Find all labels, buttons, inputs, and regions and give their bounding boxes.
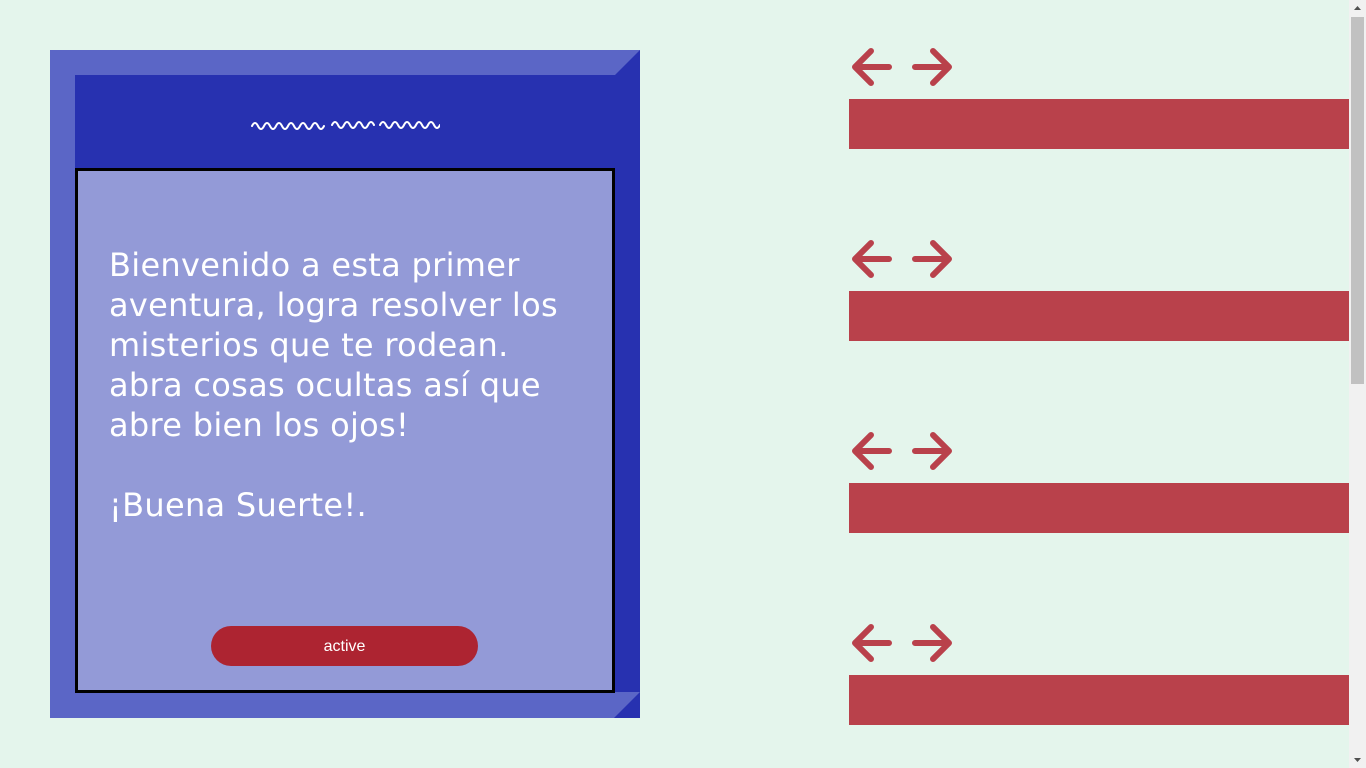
control-bar[interactable] <box>849 291 1349 341</box>
arrow-right-icon[interactable] <box>909 236 955 282</box>
control-bar[interactable] <box>849 675 1349 725</box>
control-group-1 <box>849 44 1349 154</box>
scribble-title <box>251 121 440 130</box>
frame-bevel-bottom <box>50 692 640 718</box>
control-bar[interactable] <box>849 99 1349 149</box>
arrow-left-icon[interactable] <box>849 620 895 666</box>
arrow-right-icon[interactable] <box>909 428 955 474</box>
frame-corner-bottom-right <box>614 692 640 718</box>
arrow-left-icon[interactable] <box>849 44 895 90</box>
control-bar[interactable] <box>849 483 1349 533</box>
arrow-left-icon[interactable] <box>849 428 895 474</box>
scroll-up-arrow-icon[interactable] <box>1349 0 1366 17</box>
scroll-down-arrow-icon[interactable] <box>1349 751 1366 768</box>
vertical-scrollbar[interactable] <box>1349 0 1366 768</box>
control-group-2 <box>849 236 1349 346</box>
intro-text: Bienvenido a esta primer aventura, logra… <box>109 246 558 524</box>
frame-bevel-left <box>50 50 75 718</box>
frame-corner-top-right <box>615 50 640 75</box>
control-group-3 <box>849 428 1349 538</box>
control-group-4 <box>849 620 1349 730</box>
page: Bienvenido a esta primer aventura, logra… <box>0 0 1366 768</box>
arrow-right-icon[interactable] <box>909 44 955 90</box>
frame-bevel-top <box>50 50 640 75</box>
intro-panel: Bienvenido a esta primer aventura, logra… <box>75 168 615 693</box>
arrow-right-icon[interactable] <box>909 620 955 666</box>
game-frame: Bienvenido a esta primer aventura, logra… <box>50 50 640 718</box>
scrollbar-thumb[interactable] <box>1351 17 1364 384</box>
arrow-left-icon[interactable] <box>849 236 895 282</box>
active-button[interactable]: active <box>211 626 478 666</box>
